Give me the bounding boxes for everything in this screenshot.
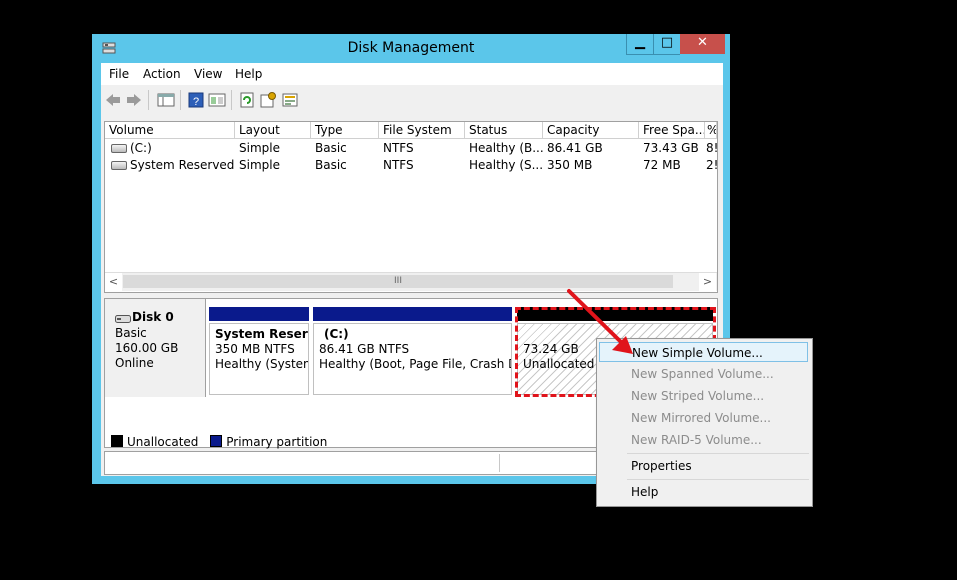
table-cell-layout: Simple <box>239 158 280 172</box>
toolbar-separator <box>148 90 149 110</box>
disk-name: Disk 0 <box>132 310 174 324</box>
close-button[interactable]: ✕ <box>680 34 725 54</box>
close-icon: ✕ <box>697 35 708 50</box>
table-cell-free-space: 72 MB <box>643 158 681 172</box>
maximize-button[interactable]: □ <box>653 34 680 55</box>
console-tree-icon[interactable] <box>157 91 175 109</box>
back-arrow-icon[interactable] <box>104 91 122 109</box>
disk-icon <box>115 313 131 327</box>
minimize-icon: ▁ <box>635 35 645 50</box>
table-cell-file-system: NTFS <box>383 141 414 155</box>
primary-partition-bar <box>313 307 512 321</box>
disk-0-info[interactable]: Disk 0 Basic 160.00 GB Online <box>105 299 206 397</box>
menu-item-new-spanned-volume[interactable]: New Spanned Volume... <box>599 364 808 384</box>
toolbar-separator <box>180 90 181 110</box>
minimize-button[interactable]: ▁ <box>626 34 653 55</box>
primary-partition-bar <box>209 307 309 321</box>
help-icon[interactable]: ? <box>187 91 205 109</box>
toolbar-separator <box>231 90 232 110</box>
menu-bar: File Action View Help <box>101 63 723 85</box>
svg-text:?: ? <box>193 96 199 108</box>
menu-item-new-striped-volume[interactable]: New Striped Volume... <box>599 386 808 406</box>
table-cell-file-system: NTFS <box>383 158 414 172</box>
disk-size: 160.00 GB <box>115 341 179 355</box>
table-cell-capacity: 86.41 GB <box>547 141 603 155</box>
menu-view[interactable]: View <box>194 67 222 81</box>
table-cell-volume: System Reserved <box>107 157 235 174</box>
snap-in-icon[interactable] <box>281 91 299 109</box>
table-cell-capacity: 350 MB <box>547 158 593 172</box>
column-header-capacity[interactable]: Capacity <box>543 122 639 139</box>
column-header-volume[interactable]: Volume <box>105 122 235 139</box>
partition-body: System Reserve 350 MB NTFS Healthy (Syst… <box>209 323 309 395</box>
menu-separator <box>627 453 809 454</box>
disk-type: Basic <box>115 326 147 340</box>
menu-item-properties[interactable]: Properties <box>599 456 808 476</box>
partition-status: Healthy (Boot, Page File, Crash Dun <box>319 357 512 371</box>
partition-c-drive[interactable]: (C:) 86.41 GB NTFS Healthy (Boot, Page F… <box>313 307 512 395</box>
menu-help[interactable]: Help <box>235 67 262 81</box>
partition-status: Healthy (System, <box>215 357 309 371</box>
legend-primary-label: Primary partition <box>226 435 328 449</box>
legend-unallocated-label: Unallocated <box>127 435 199 449</box>
horizontal-scrollbar[interactable]: < III > <box>105 272 717 291</box>
partition-size: 350 MB NTFS <box>215 342 295 356</box>
table-cell-status: Healthy (B... <box>469 141 543 155</box>
menu-separator <box>627 479 809 480</box>
legend-unallocated-swatch <box>111 435 123 447</box>
title-bar[interactable]: Disk Management ▁ □ ✕ <box>92 34 730 62</box>
table-cell-status: Healthy (S... <box>469 158 543 172</box>
menu-action[interactable]: Action <box>143 67 181 81</box>
table-cell-percent-free: 2! <box>706 158 717 172</box>
toolbar: ? <box>101 85 723 115</box>
forward-arrow-icon[interactable] <box>125 91 143 109</box>
partition-size: 86.41 GB NTFS <box>319 342 410 356</box>
table-cell-free-space: 73.43 GB <box>643 141 699 155</box>
status-divider <box>499 454 500 472</box>
partition-body: (C:) 86.41 GB NTFS Healthy (Boot, Page F… <box>313 323 512 395</box>
menu-item-new-raid5-volume[interactable]: New RAID-5 Volume... <box>599 430 808 450</box>
context-menu: New Simple Volume... New Spanned Volume.… <box>596 338 813 507</box>
legend: Unallocated Primary partition <box>111 435 327 449</box>
volume-list: Volume Layout Type File System Status Ca… <box>104 121 718 293</box>
scroll-left-icon[interactable]: < <box>105 273 122 291</box>
refresh-icon[interactable] <box>238 91 256 109</box>
table-cell-volume: (C:) <box>107 140 235 157</box>
properties-icon[interactable] <box>208 91 226 109</box>
table-cell-type: Basic <box>315 158 347 172</box>
settings-icon[interactable] <box>259 91 277 109</box>
partition-system-reserved[interactable]: System Reserve 350 MB NTFS Healthy (Syst… <box>209 307 309 395</box>
column-header-status[interactable]: Status <box>465 122 543 139</box>
table-cell-percent-free: 8! <box>706 141 717 155</box>
table-cell-type: Basic <box>315 141 347 155</box>
column-header-layout[interactable]: Layout <box>235 122 311 139</box>
column-header-type[interactable]: Type <box>311 122 379 139</box>
menu-item-new-simple-volume[interactable]: New Simple Volume... <box>599 342 808 362</box>
menu-item-new-mirrored-volume[interactable]: New Mirrored Volume... <box>599 408 808 428</box>
partition-name: System Reserve <box>215 327 308 341</box>
disk-status: Online <box>115 356 154 370</box>
drive-icon <box>111 144 127 153</box>
menu-file[interactable]: File <box>109 67 129 81</box>
column-header-free-space[interactable]: Free Spa... <box>639 122 705 139</box>
drive-icon <box>111 161 127 170</box>
column-header-file-system[interactable]: File System <box>379 122 465 139</box>
legend-primary-swatch <box>210 435 223 447</box>
menu-item-help[interactable]: Help <box>599 482 808 502</box>
scroll-thumb[interactable]: III <box>123 275 673 288</box>
table-cell-layout: Simple <box>239 141 280 155</box>
maximize-icon: □ <box>660 35 674 50</box>
partition-name: (C:) <box>324 327 349 341</box>
column-header-percent-free[interactable]: % <box>705 122 717 139</box>
scroll-right-icon[interactable]: > <box>699 273 716 291</box>
